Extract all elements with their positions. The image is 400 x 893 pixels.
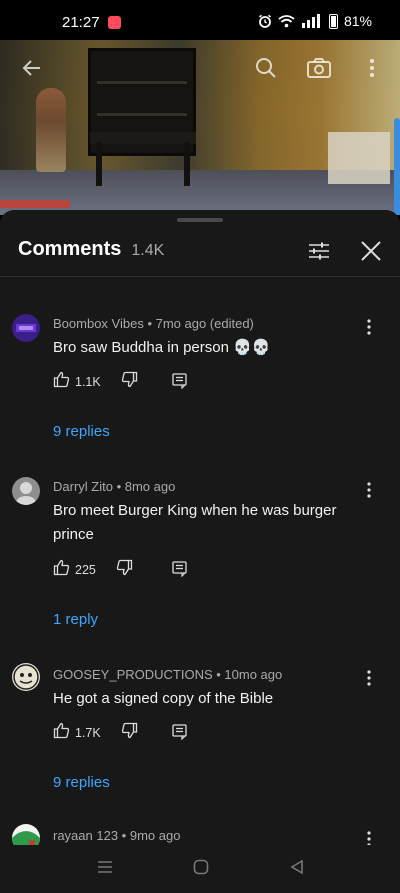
video-table-leg (184, 142, 190, 186)
alarm-icon (258, 14, 271, 28)
comment-more-icon[interactable] (366, 318, 372, 341)
meta-separator: • (143, 316, 156, 331)
drag-handle[interactable] (177, 218, 223, 222)
video-table-leg (96, 142, 102, 186)
comment-time: 10mo ago (224, 667, 283, 682)
like-icon[interactable] (53, 371, 70, 393)
comment-author[interactable]: GOOSEY_PRODUCTIONS (53, 667, 213, 682)
comment-actions: 1.7K (53, 722, 138, 744)
comment-actions: 1.1K (53, 371, 138, 393)
comment-time: 8mo ago (124, 479, 176, 494)
comments-header: Comments 1.4K (18, 238, 382, 266)
comment-text: Bro meet Burger King when he was burger … (53, 502, 337, 543)
like-count: 225 (75, 563, 96, 577)
comment-author[interactable]: rayaan 123 (53, 828, 118, 843)
dislike-icon[interactable] (116, 559, 133, 581)
comment-meta: Darryl Zito • 8mo ago (53, 479, 175, 494)
comments-title: Comments (18, 238, 122, 260)
reply-icon[interactable] (172, 373, 187, 394)
camera-icon[interactable] (306, 56, 332, 85)
view-replies-link[interactable]: 9 replies (53, 423, 110, 440)
status-icons: 81% (258, 13, 372, 29)
comment-author[interactable]: Darryl Zito (53, 479, 113, 494)
comment-more-icon[interactable] (366, 481, 372, 504)
comment-meta: GOOSEY_PRODUCTIONS • 10mo ago (53, 667, 282, 682)
avatar[interactable] (12, 663, 40, 691)
comment-meta: rayaan 123 • 9mo ago (53, 828, 180, 843)
comment-author[interactable]: Boombox Vibes (53, 316, 144, 331)
close-icon[interactable] (360, 240, 382, 267)
view-replies-link[interactable]: 9 replies (53, 774, 110, 791)
video-player[interactable] (0, 40, 400, 215)
avatar[interactable] (12, 477, 40, 505)
comment-actions: 225 (53, 559, 133, 581)
view-replies-link[interactable]: 1 reply (53, 611, 98, 628)
comment-text: Bro saw Buddha in person 💀💀 (53, 339, 271, 356)
dislike-icon[interactable] (121, 722, 138, 744)
status-bar: 21:27 81% (0, 0, 400, 40)
video-highlight (328, 132, 390, 184)
meta-separator: • (212, 667, 225, 682)
system-nav-bar (0, 845, 400, 893)
wifi-icon (278, 15, 295, 28)
video-scroll-indicator[interactable] (394, 118, 400, 215)
dislike-icon[interactable] (121, 371, 138, 393)
avatar[interactable] (12, 314, 40, 342)
video-rug (0, 200, 70, 208)
recents-icon[interactable] (97, 859, 113, 880)
battery-level: 81% (343, 13, 372, 29)
like-icon[interactable] (53, 722, 70, 744)
comment-time: 9mo ago (129, 828, 181, 843)
reply-icon[interactable] (172, 724, 187, 745)
comments-sheet: Comments 1.4K Boombox Vibes • 7mo ago (ed… (0, 210, 400, 893)
more-vertical-icon[interactable] (368, 56, 376, 85)
comment-time: 7mo ago (edited) (155, 316, 254, 331)
status-time: 21:27 (62, 14, 100, 31)
comment-text: He got a signed copy of the Bible (53, 690, 274, 707)
like-count: 1.7K (75, 726, 101, 740)
header-divider (0, 276, 400, 277)
video-figure (36, 88, 66, 172)
home-icon[interactable] (193, 859, 209, 880)
search-icon[interactable] (254, 56, 278, 85)
signal-icon (301, 14, 320, 28)
meta-separator: • (112, 479, 125, 494)
battery-icon (328, 13, 338, 29)
video-table (90, 132, 196, 144)
reply-icon[interactable] (172, 561, 187, 582)
back-icon[interactable] (289, 859, 305, 880)
like-icon[interactable] (53, 559, 70, 581)
comment-meta: Boombox Vibes • 7mo ago (edited) (53, 316, 254, 331)
recording-badge-icon (108, 16, 121, 29)
back-arrow-icon[interactable] (20, 56, 44, 85)
meta-separator: • (118, 828, 130, 843)
like-count: 1.1K (75, 375, 101, 389)
sort-filter-icon[interactable] (308, 240, 330, 267)
comments-count: 1.4K (131, 242, 165, 259)
comment-more-icon[interactable] (366, 669, 372, 692)
